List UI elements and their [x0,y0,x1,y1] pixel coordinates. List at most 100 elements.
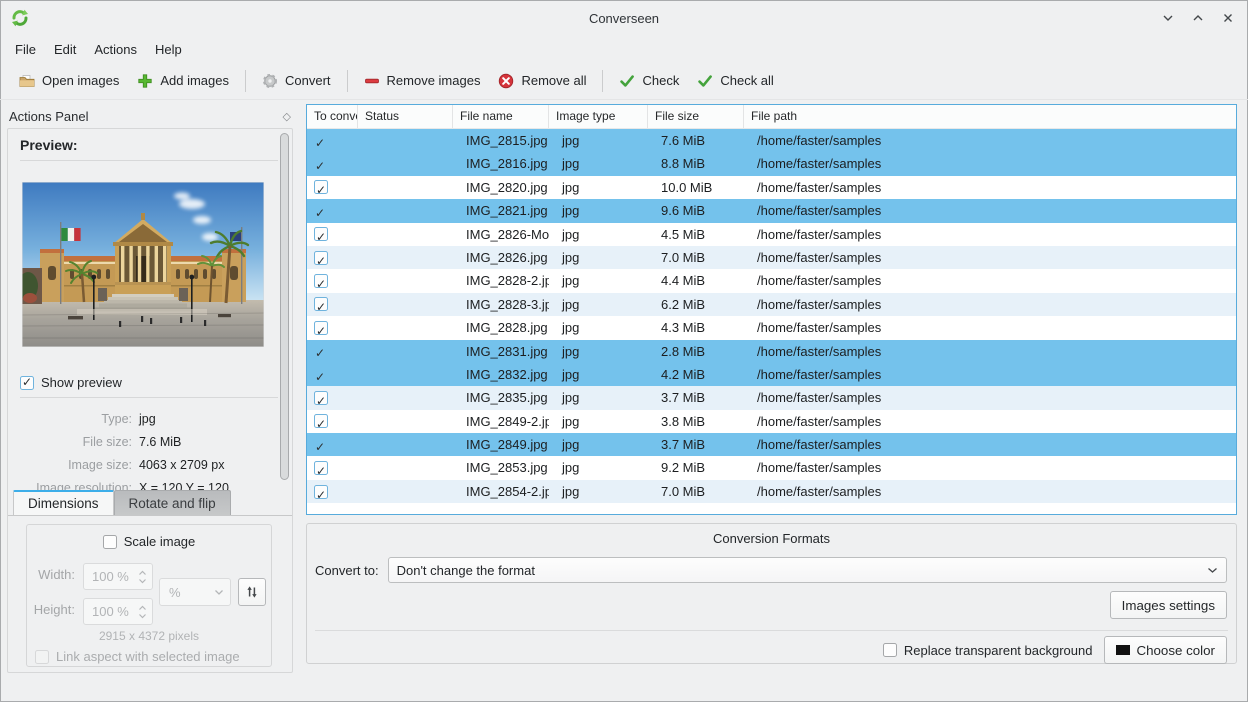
width-label: Width: [27,567,75,582]
table-row[interactable]: IMG_2815.jpgjpg7.6 MiB/home/faster/sampl… [307,129,1236,152]
table-row[interactable]: IMG_2821.jpgjpg9.6 MiB/home/faster/sampl… [307,199,1236,222]
divider [315,630,1228,631]
show-preview-label: Show preview [41,375,122,390]
image-type-cell: jpg [549,293,648,316]
column-header-file-name[interactable]: File name [453,105,549,128]
table-row[interactable]: IMG_2826-Mo...jpg4.5 MiB/home/faster/sam… [307,223,1236,246]
to-convert-checkbox[interactable] [314,344,328,358]
status-cell [358,129,453,152]
spinner-arrows-icon[interactable] [138,605,152,619]
maximize-button[interactable] [1188,8,1208,28]
open-images-button[interactable]: Open images [10,68,128,94]
to-convert-checkbox[interactable] [314,414,328,428]
image-type-cell: jpg [549,152,648,175]
to-convert-checkbox[interactable] [314,180,328,194]
remove-minus-icon [364,73,380,89]
info-value: jpg [139,412,156,426]
table-row[interactable]: IMG_2854-2.jpgjpg7.0 MiB/home/faster/sam… [307,480,1236,503]
status-cell [358,340,453,363]
file-name-cell: IMG_2826-Mo... [453,223,549,246]
table-row[interactable]: IMG_2816.jpgjpg8.8 MiB/home/faster/sampl… [307,152,1236,175]
info-label: Image size: [8,458,132,472]
open-folder-icon [19,73,35,89]
file-size-cell: 6.2 MiB [648,293,744,316]
remove-images-button[interactable]: Remove images [355,68,490,94]
table-row[interactable]: IMG_2832.jpgjpg4.2 MiB/home/faster/sampl… [307,363,1236,386]
divider [20,397,278,398]
to-convert-checkbox[interactable] [314,297,328,311]
to-convert-checkbox[interactable] [314,157,328,171]
image-type-cell: jpg [549,480,648,503]
to-convert-checkbox[interactable] [314,368,328,382]
remove-all-button[interactable]: Remove all [489,68,595,94]
conversion-formats-title: Conversion Formats [307,531,1236,546]
to-convert-checkbox[interactable] [314,391,328,405]
unit-combobox[interactable]: % [159,578,231,606]
check-all-button[interactable]: Check all [688,68,782,94]
preview-image [22,182,264,347]
link-aspect-checkbox[interactable] [35,650,49,664]
height-spinbox[interactable]: 100 % [83,598,153,625]
menu-file[interactable]: File [6,39,45,60]
file-path-cell: /home/faster/samples [744,363,1236,386]
images-settings-button[interactable]: Images settings [1110,591,1227,619]
swap-dimensions-button[interactable] [238,578,266,606]
table-row[interactable]: IMG_2826.jpgjpg7.0 MiB/home/faster/sampl… [307,246,1236,269]
table-row[interactable]: IMG_2835.jpgjpg3.7 MiB/home/faster/sampl… [307,386,1236,409]
to-convert-checkbox[interactable] [314,274,328,288]
height-label: Height: [27,602,75,617]
replace-transparent-background-checkbox[interactable] [883,643,897,657]
to-convert-checkbox[interactable] [314,134,328,148]
minimize-button[interactable] [1158,8,1178,28]
scale-image-checkbox[interactable] [103,535,117,549]
choose-color-button[interactable]: Choose color [1104,636,1227,664]
check-button[interactable]: Check [610,68,688,94]
spinner-arrows-icon[interactable] [138,570,152,584]
tab-dimensions[interactable]: Dimensions [13,490,114,515]
table-row[interactable]: IMG_2828-2.jpgjpg4.4 MiB/home/faster/sam… [307,269,1236,292]
panel-scrollbar[interactable] [280,133,289,480]
file-name-cell: IMG_2828.jpg [453,316,549,339]
table-row[interactable]: IMG_2853.jpgjpg9.2 MiB/home/faster/sampl… [307,456,1236,479]
status-cell [358,293,453,316]
to-convert-checkbox[interactable] [314,485,328,499]
tab-rotate-and-flip[interactable]: Rotate and flip [114,490,231,515]
file-name-cell: IMG_2815.jpg [453,129,549,152]
menu-help[interactable]: Help [146,39,191,60]
image-type-cell: jpg [549,129,648,152]
status-cell [358,410,453,433]
table-row[interactable]: IMG_2849-2.jpgjpg3.8 MiB/home/faster/sam… [307,410,1236,433]
to-convert-checkbox[interactable] [314,321,328,335]
preview-heading: Preview: [20,137,78,153]
file-path-cell: /home/faster/samples [744,386,1236,409]
close-button[interactable] [1218,8,1238,28]
convert-to-combobox[interactable]: Don't change the format [388,557,1227,583]
convert-button[interactable]: Convert [253,68,340,94]
file-name-cell: IMG_2816.jpg [453,152,549,175]
table-row[interactable]: IMG_2828.jpgjpg4.3 MiB/home/faster/sampl… [307,316,1236,339]
table-row[interactable]: IMG_2828-3.jpgjpg6.2 MiB/home/faster/sam… [307,293,1236,316]
menu-actions[interactable]: Actions [85,39,146,60]
dock-float-button[interactable]: ◇ [283,110,291,123]
show-preview-checkbox[interactable] [20,376,34,390]
column-header-file-size[interactable]: File size [648,105,744,128]
file-name-cell: IMG_2853.jpg [453,456,549,479]
column-header-to-convert[interactable]: To convert [307,105,358,128]
column-header-file-path[interactable]: File path [744,105,1236,128]
to-convert-checkbox[interactable] [314,227,328,241]
table-row[interactable]: IMG_2849.jpgjpg3.7 MiB/home/faster/sampl… [307,433,1236,456]
table-row[interactable]: IMG_2831.jpgjpg2.8 MiB/home/faster/sampl… [307,340,1236,363]
to-convert-checkbox[interactable] [314,251,328,265]
menu-edit[interactable]: Edit [45,39,85,60]
width-spinbox[interactable]: 100 % [83,563,153,590]
table-row[interactable]: IMG_2820.jpgjpg10.0 MiB/home/faster/samp… [307,176,1236,199]
to-convert-checkbox[interactable] [314,204,328,218]
file-path-cell: /home/faster/samples [744,129,1236,152]
check-all-icon [697,73,713,89]
to-convert-checkbox[interactable] [314,438,328,452]
to-convert-checkbox[interactable] [314,461,328,475]
column-header-image-type[interactable]: Image type [549,105,648,128]
column-header-status[interactable]: Status [358,105,453,128]
add-images-button[interactable]: Add images [128,68,238,94]
divider [20,160,278,161]
